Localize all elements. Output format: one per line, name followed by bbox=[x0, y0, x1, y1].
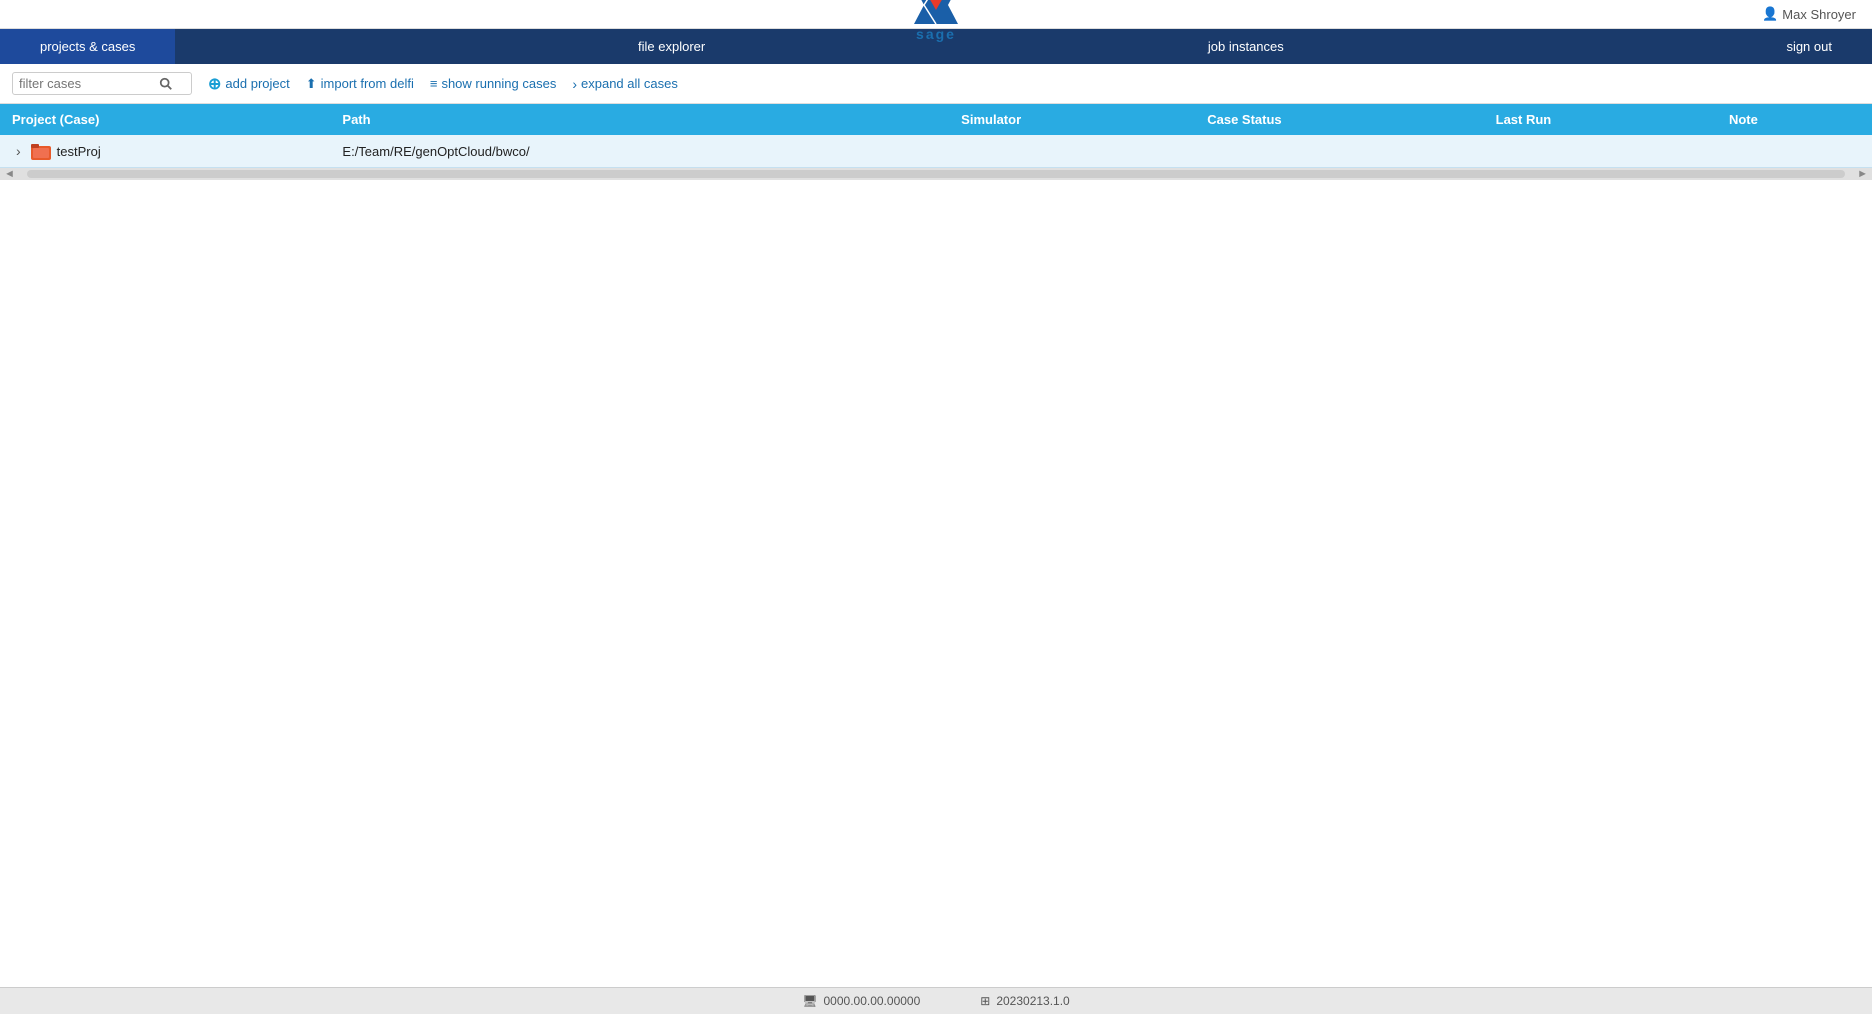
project-folder-icon bbox=[31, 142, 51, 160]
project-name: testProj bbox=[57, 144, 101, 159]
footer-build-item: ⊞ 20230213.1.0 bbox=[980, 994, 1069, 1008]
chevron-logo-icon bbox=[914, 0, 958, 24]
filter-input-wrapper[interactable] bbox=[12, 72, 192, 95]
scroll-track[interactable] bbox=[27, 170, 1845, 178]
row-expand-button[interactable]: › bbox=[12, 143, 25, 159]
col-header-project-case: Project (Case) bbox=[0, 104, 330, 135]
nav-item-file-explorer[interactable]: file explorer bbox=[598, 29, 745, 64]
app-title: sage bbox=[916, 26, 956, 42]
import-from-delfi-button[interactable]: ⬆ import from delfi bbox=[306, 76, 414, 92]
simulator-cell bbox=[949, 135, 1195, 168]
last-run-cell bbox=[1484, 135, 1717, 168]
horizontal-scrollbar[interactable]: ◄ ► bbox=[0, 168, 1872, 180]
expand-all-cases-button[interactable]: › expand all cases bbox=[572, 76, 678, 92]
logo-center: sage bbox=[914, 0, 958, 42]
table-header-row: Project (Case) Path Simulator Case Statu… bbox=[0, 104, 1872, 135]
path-cell: E:/Team/RE/genOptCloud/bwco/ bbox=[330, 135, 949, 168]
add-project-button[interactable]: ⊕ add project bbox=[208, 74, 290, 94]
add-project-icon: ⊕ bbox=[208, 74, 221, 94]
search-icon bbox=[159, 77, 173, 91]
user-info: 👤 Max Shroyer bbox=[1762, 6, 1856, 22]
logo-bar: sage 👤 Max Shroyer bbox=[0, 0, 1872, 29]
note-cell bbox=[1717, 135, 1872, 168]
user-icon: 👤 bbox=[1762, 6, 1778, 22]
nav-item-job-instances[interactable]: job instances bbox=[1168, 29, 1324, 64]
filter-cases-input[interactable] bbox=[19, 76, 159, 91]
import-icon: ⬆ bbox=[306, 76, 317, 92]
col-header-last-run: Last Run bbox=[1484, 104, 1717, 135]
expand-chevron-icon: › bbox=[572, 76, 577, 92]
toolbar: ⊕ add project ⬆ import from delfi ≡ show… bbox=[0, 64, 1872, 104]
filter-lines-icon: ≡ bbox=[430, 76, 438, 91]
username-label: Max Shroyer bbox=[1782, 7, 1856, 22]
table-row[interactable]: › testProj E:/Team/RE/genOptCloud/bwco/ bbox=[0, 135, 1872, 168]
nav-item-projects-cases[interactable]: projects & cases bbox=[0, 29, 175, 64]
col-header-path: Path bbox=[330, 104, 949, 135]
grid-icon: ⊞ bbox=[980, 994, 990, 1008]
col-header-simulator: Simulator bbox=[949, 104, 1195, 135]
scroll-left-arrow[interactable]: ◄ bbox=[0, 168, 19, 180]
col-header-case-status: Case Status bbox=[1195, 104, 1483, 135]
project-case-cell: › testProj bbox=[0, 135, 330, 168]
table-container: Project (Case) Path Simulator Case Statu… bbox=[0, 104, 1872, 987]
scroll-right-arrow[interactable]: ► bbox=[1853, 168, 1872, 180]
show-running-cases-button[interactable]: ≡ show running cases bbox=[430, 76, 557, 91]
monitor-icon: 🖥 bbox=[802, 994, 817, 1008]
version-label: 0000.00.00.00000 bbox=[824, 994, 921, 1008]
footer-version-item: 🖥 0000.00.00.00000 bbox=[802, 994, 920, 1008]
content-area: ⊕ add project ⬆ import from delfi ≡ show… bbox=[0, 64, 1872, 987]
col-header-note: Note bbox=[1717, 104, 1872, 135]
projects-table: Project (Case) Path Simulator Case Statu… bbox=[0, 104, 1872, 168]
build-label: 20230213.1.0 bbox=[996, 994, 1069, 1008]
footer: 🖥 0000.00.00.00000 ⊞ 20230213.1.0 bbox=[0, 987, 1872, 1014]
nav-item-sign-out[interactable]: sign out bbox=[1746, 29, 1872, 64]
case-status-cell bbox=[1195, 135, 1483, 168]
